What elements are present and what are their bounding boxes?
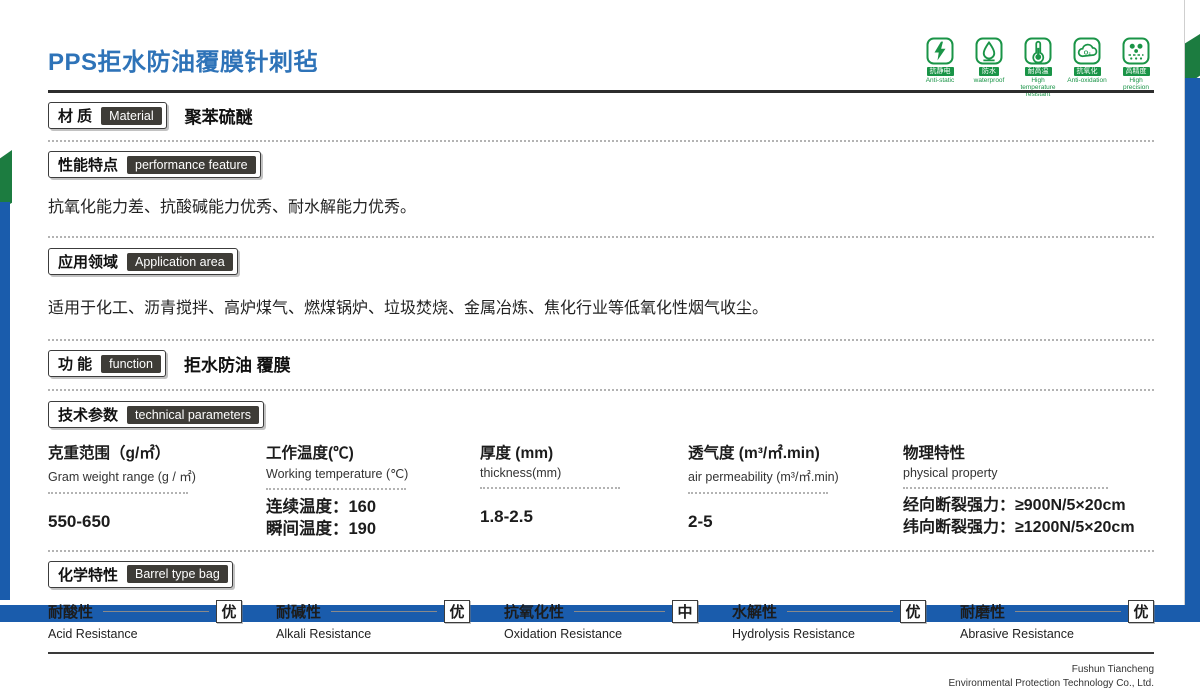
chem-name-en: Acid Resistance bbox=[48, 627, 242, 641]
chem-name-cn: 耐碱性 bbox=[276, 601, 321, 622]
divider bbox=[266, 488, 406, 490]
chem-grade-badge: 优 bbox=[444, 600, 470, 623]
param-value: 瞬间温度：190 bbox=[266, 518, 480, 540]
param-value: 经向断裂强力：≥900N/5×20cm bbox=[903, 495, 1154, 517]
document-content: PPS拒水防油覆膜针刺毡 材 质 Material 聚苯硫醚 性能特点 perf… bbox=[48, 0, 1154, 692]
section-chemical: 化学特性 Barrel type bag bbox=[48, 561, 1154, 588]
chemical-label-en: Barrel type bag bbox=[127, 565, 228, 583]
performance-header-box: 性能特点 performance feature bbox=[48, 151, 261, 178]
param-value: 2-5 bbox=[688, 512, 903, 532]
chem-acid-resistance: 耐酸性 优 Acid Resistance bbox=[48, 600, 242, 641]
left-green-accent-bar bbox=[0, 150, 12, 210]
chem-name-en: Abrasive Resistance bbox=[960, 627, 1154, 641]
divider bbox=[48, 550, 1154, 552]
technical-parameters-grid: 克重范围（g/㎡） Gram weight range (g / ㎡) 550-… bbox=[48, 441, 1154, 541]
divider bbox=[688, 492, 828, 494]
function-header-box: 功 能 function bbox=[48, 350, 166, 377]
chem-name-en: Hydrolysis Resistance bbox=[732, 627, 926, 641]
param-value: 1.8-2.5 bbox=[480, 507, 688, 527]
connector-line bbox=[787, 611, 893, 612]
divider bbox=[48, 389, 1154, 391]
chemical-properties-row: 耐酸性 优 Acid Resistance 耐碱性 优 Alkali Resis… bbox=[48, 600, 1154, 641]
function-value: 拒水防油 覆膜 bbox=[184, 351, 291, 376]
application-label-cn: 应用领域 bbox=[58, 251, 118, 272]
divider bbox=[48, 140, 1154, 142]
divider bbox=[480, 487, 620, 489]
chem-name-cn: 耐磨性 bbox=[960, 601, 1005, 622]
connector-line bbox=[1015, 611, 1121, 612]
chem-oxidation-resistance: 抗氧化性 中 Oxidation Resistance bbox=[504, 600, 698, 641]
divider bbox=[903, 487, 1108, 489]
technical-header-box: 技术参数 technical parameters bbox=[48, 401, 264, 428]
page-title: PPS拒水防油覆膜针刺毡 bbox=[48, 42, 1154, 77]
chem-name-cn: 抗氧化性 bbox=[504, 601, 564, 622]
param-name-cn: 克重范围（g/㎡） bbox=[48, 441, 266, 463]
performance-label-en: performance feature bbox=[127, 156, 256, 174]
param-name-cn: 透气度 (m³/㎡.min) bbox=[688, 441, 903, 463]
section-material: 材 质 Material 聚苯硫醚 bbox=[48, 102, 1154, 129]
param-value: 550-650 bbox=[48, 512, 266, 532]
divider bbox=[48, 492, 188, 494]
material-header-box: 材 质 Material bbox=[48, 102, 167, 129]
chemical-label-cn: 化学特性 bbox=[58, 564, 118, 585]
param-air-permeability: 透气度 (m³/㎡.min) air permeability (m³/㎡.mi… bbox=[688, 441, 903, 541]
chem-grade-badge: 优 bbox=[216, 600, 242, 623]
left-blue-accent-bar bbox=[0, 202, 10, 600]
param-name-cn: 工作温度(℃) bbox=[266, 441, 480, 463]
chem-grade-badge: 中 bbox=[672, 600, 698, 623]
section-performance: 性能特点 performance feature bbox=[48, 151, 1154, 178]
performance-label-cn: 性能特点 bbox=[58, 154, 118, 175]
param-working-temperature: 工作温度(℃) Working temperature (℃) 连续温度：160… bbox=[266, 441, 480, 541]
footer-rule bbox=[48, 652, 1154, 654]
connector-line bbox=[574, 611, 665, 612]
technical-label-cn: 技术参数 bbox=[58, 404, 118, 425]
application-label-en: Application area bbox=[127, 253, 233, 271]
param-gram-weight: 克重范围（g/㎡） Gram weight range (g / ㎡) 550-… bbox=[48, 441, 266, 541]
param-value: 纬向断裂强力：≥1200N/5×20cm bbox=[903, 517, 1154, 539]
chem-hydrolysis-resistance: 水解性 优 Hydrolysis Resistance bbox=[732, 600, 926, 641]
material-value: 聚苯硫醚 bbox=[185, 103, 253, 128]
section-technical: 技术参数 technical parameters bbox=[48, 401, 1154, 428]
application-header-box: 应用领域 Application area bbox=[48, 248, 238, 275]
divider bbox=[48, 339, 1154, 341]
param-value: 连续温度：160 bbox=[266, 496, 480, 518]
chem-grade-badge: 优 bbox=[1128, 600, 1154, 623]
application-text: 适用于化工、沥青搅拌、高炉煤气、燃煤锅炉、垃圾焚烧、金属冶炼、焦化行业等低氧化性… bbox=[48, 294, 1154, 318]
section-function: 功 能 function 拒水防油 覆膜 bbox=[48, 350, 1154, 377]
footer-line1: Fushun Tiancheng bbox=[48, 663, 1154, 678]
chem-name-en: Alkali Resistance bbox=[276, 627, 470, 641]
connector-line bbox=[103, 611, 209, 612]
chem-name-cn: 水解性 bbox=[732, 601, 777, 622]
material-label-en: Material bbox=[101, 107, 161, 125]
material-label-cn: 材 质 bbox=[58, 105, 92, 126]
title-rule bbox=[48, 90, 1154, 93]
technical-label-en: technical parameters bbox=[127, 406, 259, 424]
chemical-header-box: 化学特性 Barrel type bag bbox=[48, 561, 233, 588]
performance-text: 抗氧化能力差、抗酸碱能力优秀、耐水解能力优秀。 bbox=[48, 193, 1154, 217]
param-name-en: Working temperature (℃) bbox=[266, 466, 480, 481]
param-name-en: physical property bbox=[903, 466, 1154, 480]
right-blue-accent-bar bbox=[1185, 78, 1200, 622]
section-application: 应用领域 Application area bbox=[48, 248, 1154, 275]
param-name-cn: 物理特性 bbox=[903, 441, 1154, 463]
chem-name-cn: 耐酸性 bbox=[48, 601, 93, 622]
connector-line bbox=[331, 611, 437, 612]
param-name-cn: 厚度 (mm) bbox=[480, 441, 688, 463]
function-label-en: function bbox=[101, 355, 161, 373]
divider bbox=[48, 236, 1154, 238]
chem-alkali-resistance: 耐碱性 优 Alkali Resistance bbox=[276, 600, 470, 641]
chem-grade-badge: 优 bbox=[900, 600, 926, 623]
footer-line2: Environmental Protection Technology Co.,… bbox=[48, 677, 1154, 692]
footer-company: Fushun Tiancheng Environmental Protectio… bbox=[48, 663, 1154, 692]
param-name-en: thickness(mm) bbox=[480, 466, 688, 480]
param-thickness: 厚度 (mm) thickness(mm) 1.8-2.5 bbox=[480, 441, 688, 541]
param-name-en: air permeability (m³/㎡.min) bbox=[688, 466, 903, 485]
chem-abrasive-resistance: 耐磨性 优 Abrasive Resistance bbox=[960, 600, 1154, 641]
function-label-cn: 功 能 bbox=[58, 353, 92, 374]
param-name-en: Gram weight range (g / ㎡) bbox=[48, 466, 266, 485]
chem-name-en: Oxidation Resistance bbox=[504, 627, 698, 641]
param-physical-property: 物理特性 physical property 经向断裂强力：≥900N/5×20… bbox=[903, 441, 1154, 541]
